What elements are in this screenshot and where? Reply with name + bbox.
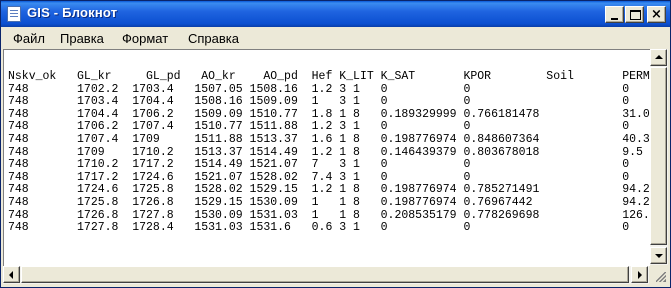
menu-help[interactable]: Справка (188, 31, 239, 46)
resize-grip[interactable] (650, 266, 668, 284)
scroll-right-button[interactable] (631, 266, 648, 283)
title-bar[interactable]: GIS - Блокнот × (1, 1, 670, 27)
data-line: 748 1717.2 1724.6 1521.07 1528.02 7.4 3 … (8, 170, 630, 184)
horizontal-scrollbar[interactable] (3, 266, 649, 284)
notepad-window: GIS - Блокнот × Файл Правка Формат Справ… (0, 0, 671, 288)
vertical-scroll-thumb[interactable] (650, 67, 667, 245)
data-line: 748 1725.8 1726.8 1529.15 1530.09 1 1 8 … (8, 195, 650, 209)
minimize-button[interactable] (605, 6, 624, 23)
close-button[interactable]: × (647, 6, 666, 23)
data-line: 748 1707.4 1709 1511.88 1513.37 1.6 1 8 … (8, 132, 650, 146)
data-line: 748 1710.2 1717.2 1514.49 1521.07 7 3 1 … (8, 158, 630, 172)
data-line: 748 1704.4 1706.2 1509.09 1510.77 1.8 1 … (8, 107, 650, 121)
data-line: 748 1706.2 1707.4 1510.77 1511.88 1.2 3 … (8, 120, 630, 134)
text-editor-area[interactable]: Nskv_ok GL_kr GL_pd AO_kr AO_pd Hef K_LI… (3, 49, 650, 266)
notepad-icon (7, 6, 21, 22)
menu-bar: Файл Правка Формат Справка (1, 27, 670, 49)
scroll-left-button[interactable] (3, 266, 20, 283)
data-line: 748 1703.4 1704.4 1508.16 1509.09 1 3 1 … (8, 95, 630, 109)
menu-file[interactable]: Файл (13, 31, 45, 46)
close-icon: × (651, 7, 662, 22)
data-line: 748 1702.2 1703.4 1507.05 1508.16 1.2 3 … (8, 82, 630, 96)
document-text[interactable]: Nskv_ok GL_kr GL_pd AO_kr AO_pd Hef K_LI… (8, 69, 650, 235)
menu-format[interactable]: Формат (122, 31, 168, 46)
scroll-up-button[interactable] (650, 49, 667, 66)
vertical-scrollbar[interactable] (650, 49, 668, 265)
maximize-button[interactable] (625, 6, 644, 23)
data-line: 748 1726.8 1727.8 1530.09 1531.03 1 1 8 … (8, 208, 650, 222)
header-line: Nskv_ok GL_kr GL_pd AO_kr AO_pd Hef K_LI… (8, 70, 650, 83)
data-line: 748 1709 1710.2 1513.37 1514.49 1.2 1 8 … (8, 145, 643, 159)
horizontal-scroll-thumb[interactable] (21, 266, 629, 283)
scroll-down-button[interactable] (650, 247, 667, 264)
data-line: 748 1724.6 1725.8 1528.02 1529.15 1.2 1 … (8, 183, 650, 197)
menu-edit[interactable]: Правка (60, 31, 104, 46)
window-title: GIS - Блокнот (27, 5, 118, 20)
data-line: 748 1727.8 1728.4 1531.03 1531.6 0.6 3 1… (8, 221, 630, 235)
